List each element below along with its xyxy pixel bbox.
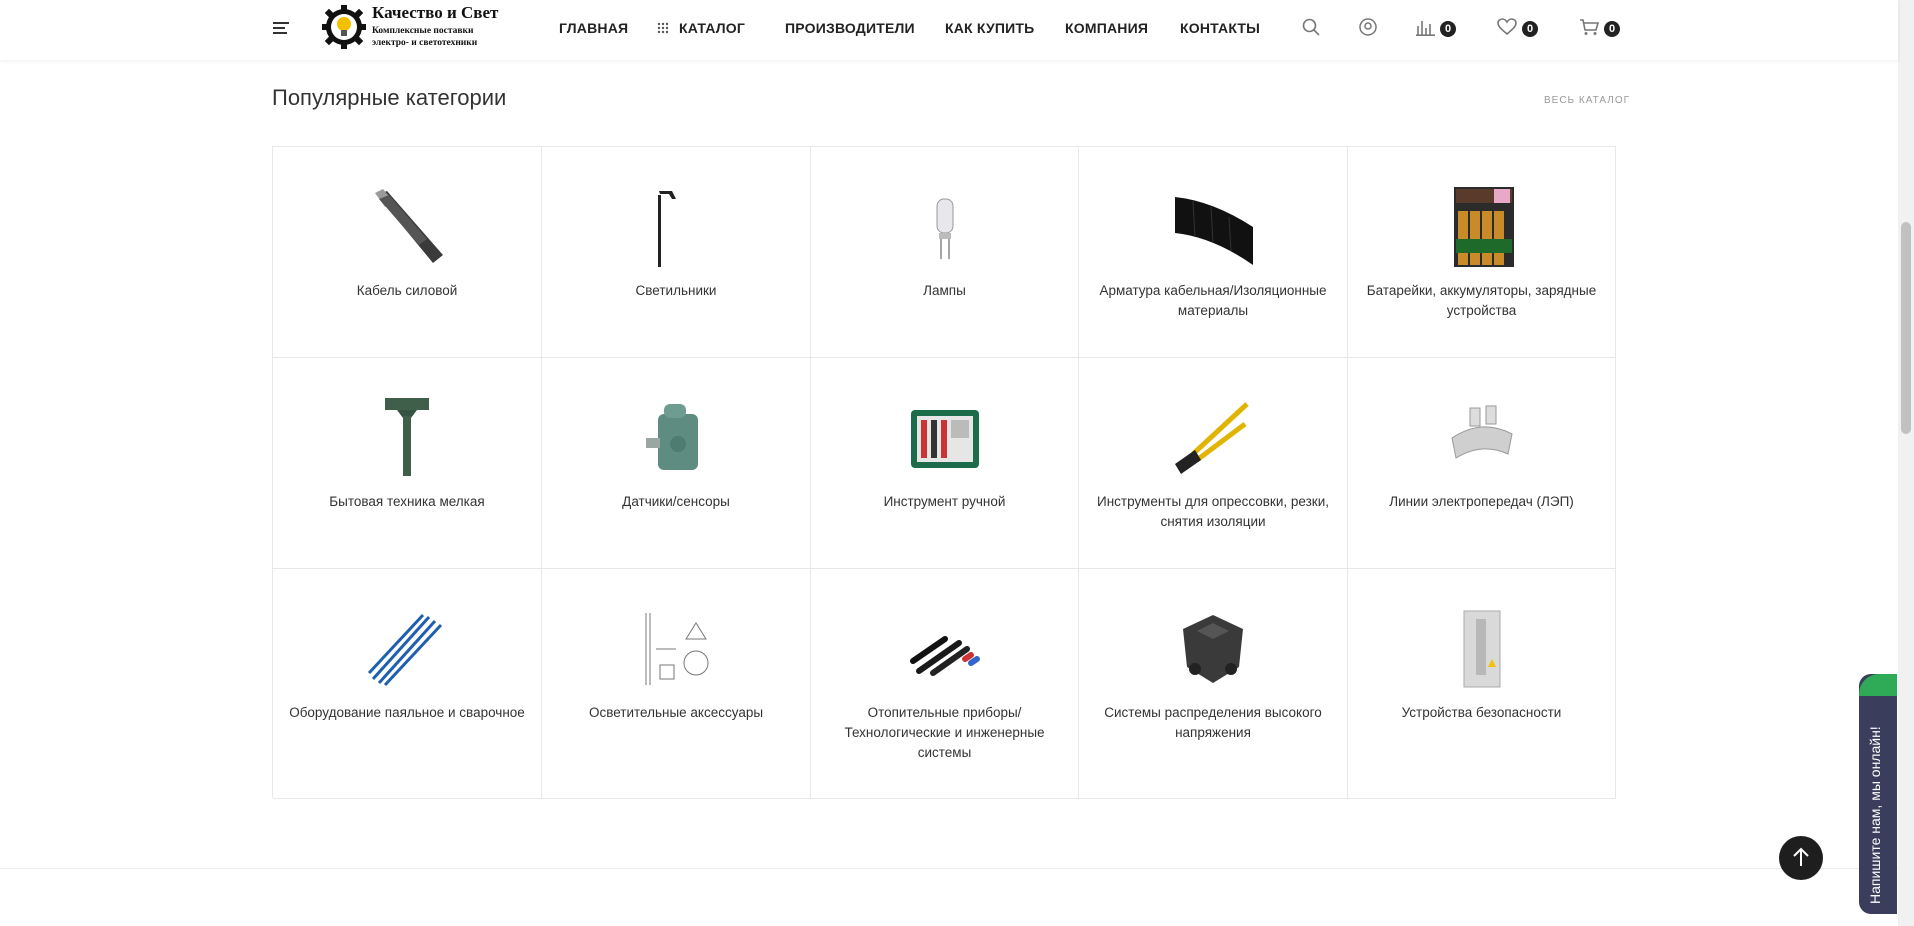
logo-subtitle-2: электро- и светотехники [372,37,478,48]
insulation-tape-icon [1173,187,1253,267]
category-card[interactable]: Датчики/сенсоры [542,358,811,569]
category-label: Лампы [923,283,966,298]
site-logo[interactable]: Качество и Свет Комплексные поставки эле… [318,0,498,52]
category-label: Светильники [635,283,717,298]
footer-divider [0,868,1898,869]
compare-chart-icon[interactable] [1416,18,1436,36]
categories-grid: Кабель силовой Светильники Лампы Арматур… [272,146,1616,799]
user-account-icon[interactable] [1359,18,1377,36]
nav-manufacturers[interactable]: ПРОИЗВОДИТЕЛИ [785,20,915,36]
nav-home[interactable]: ГЛАВНАЯ [559,20,628,36]
lighting-drawing-icon [636,609,716,689]
site-header: Качество и Свет Комплексные поставки эле… [0,0,1898,60]
arrow-up-icon [1793,847,1809,866]
category-label: Батарейки, аккумуляторы, зарядные устрой… [1366,283,1597,318]
voltage-tester-icon [1441,609,1522,689]
online-chat-tab[interactable]: Напишите нам, мы онлайн! [1859,674,1897,914]
nav-catalog[interactable]: КАТАЛОГ [657,20,745,36]
crimping-tool-icon [1173,398,1253,478]
logo-subtitle-1: Комплексные поставки [372,25,474,36]
compare-count-badge: 0 [1440,21,1456,37]
category-label: Арматура кабельная/Изоляционные материал… [1099,283,1327,318]
category-label: Системы распределения высокого напряжени… [1104,705,1322,740]
menu-burger-icon[interactable] [273,22,289,36]
category-card[interactable]: Осветительные аксессуары [542,569,811,799]
nav-catalog-label: КАТАЛОГ [679,20,745,36]
halogen-bulb-icon [904,187,985,267]
gear-bulb-logo-icon [322,5,366,49]
category-label: Бытовая техника мелкая [329,494,485,509]
search-icon[interactable] [1302,18,1320,36]
category-label: Датчики/сенсоры [622,494,730,509]
chat-status-indicator [1859,674,1897,696]
category-card[interactable]: Устройства безопасности [1348,569,1616,799]
category-card[interactable]: Лампы [811,147,1079,358]
category-card[interactable]: Линии электропередач (ЛЭП) [1348,358,1616,569]
category-card[interactable]: Системы распределения высокого напряжени… [1079,569,1348,799]
hv-connector-icon [1173,609,1253,689]
category-label: Инструменты для опрессовки, резки, сняти… [1097,494,1329,529]
category-card[interactable]: Кабель силовой [273,147,542,358]
category-label: Кабель силовой [356,283,458,298]
nav-company[interactable]: КОМПАНИЯ [1065,20,1148,36]
category-card[interactable]: Батарейки, аккумуляторы, зарядные устрой… [1348,147,1616,358]
category-label: Устройства безопасности [1401,705,1562,720]
scroll-to-top-button[interactable] [1779,836,1823,880]
all-catalog-link[interactable]: ВЕСЬ КАТАЛОГ [1544,95,1630,106]
category-card[interactable]: Бытовая техника мелкая [273,358,542,569]
page-scrollbar[interactable] [1898,0,1914,926]
street-lamp-icon [636,187,716,267]
limit-switch-icon [636,398,716,478]
category-card[interactable]: Инструмент ручной [811,358,1079,569]
category-label: Линии электропередач (ЛЭП) [1389,494,1574,509]
battery-pack-icon [1441,187,1522,267]
category-label: Оборудование паяльное и сварочное [289,705,525,720]
category-card[interactable]: Отопительные приборы/ Технологические и … [811,569,1079,799]
chat-label: Напишите нам, мы онлайн! [1867,726,1883,904]
category-label: Инструмент ручной [883,494,1006,509]
logo-title: Качество и Свет [372,2,499,22]
nav-how-to-buy[interactable]: КАК КУПИТЬ [945,20,1034,36]
favorites-count-badge: 0 [1522,21,1538,37]
category-card[interactable]: Светильники [542,147,811,358]
category-card[interactable]: Арматура кабельная/Изоляционные материал… [1079,147,1348,358]
power-cable-icon [367,187,447,267]
soldering-tips-icon [367,609,447,689]
category-card[interactable]: Инструменты для опрессовки, резки, сняти… [1079,358,1348,569]
category-card[interactable]: Оборудование паяльное и сварочное [273,569,542,799]
power-line-clamp-icon [1441,398,1522,478]
category-label: Осветительные аксессуары [588,705,764,720]
garden-device-icon [367,398,447,478]
heat-shrink-tubes-icon [904,609,985,689]
heart-icon[interactable] [1497,18,1517,36]
tool-case-icon [904,398,985,478]
scrollbar-thumb[interactable] [1901,222,1911,434]
grid-dots-icon [657,22,669,34]
category-label: Отопительные приборы/ Технологические и … [844,705,1045,760]
section-title: Популярные категории [272,85,507,110]
nav-contacts[interactable]: КОНТАКТЫ [1180,20,1260,36]
cart-icon[interactable] [1579,18,1599,36]
cart-count-badge: 0 [1604,21,1620,37]
